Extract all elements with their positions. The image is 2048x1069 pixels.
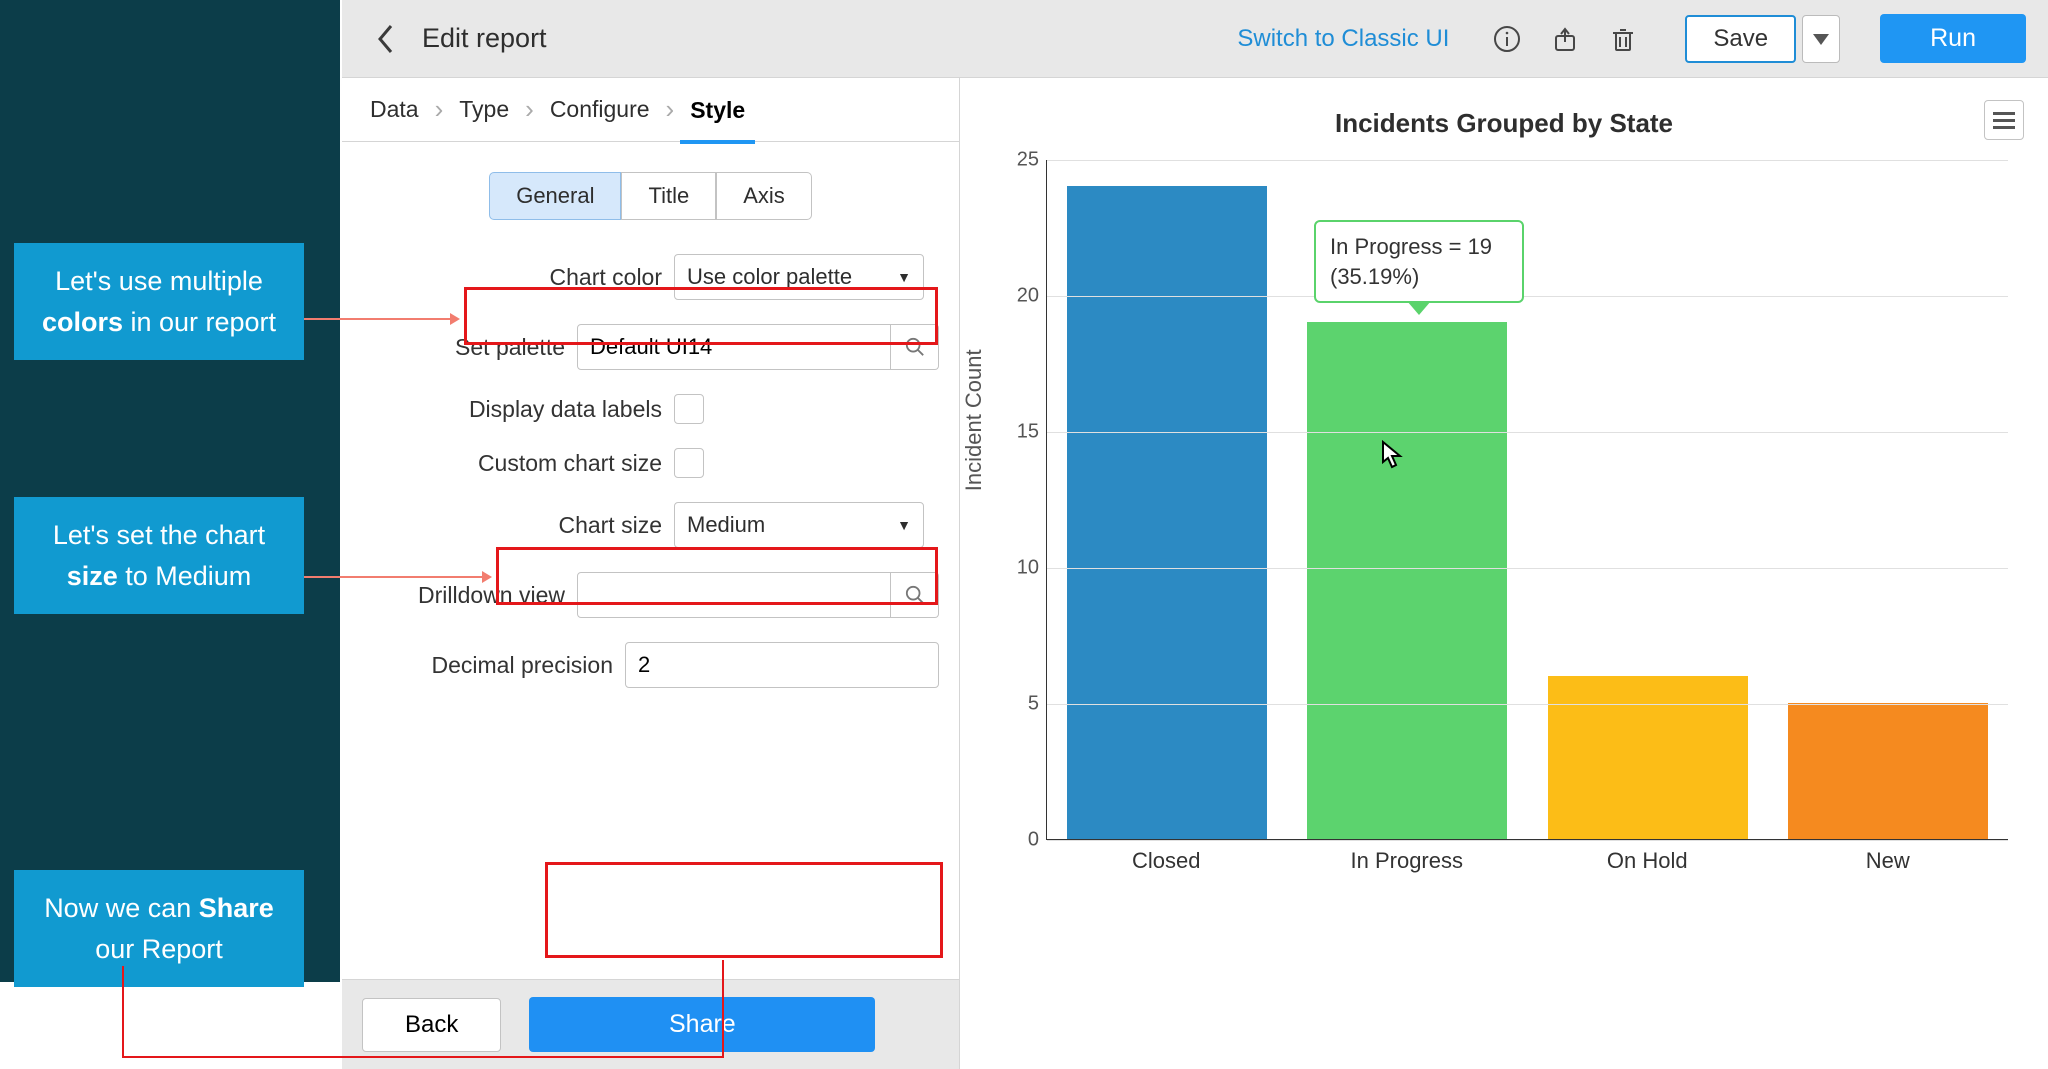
page-title: Edit report: [422, 23, 547, 54]
callout-arrow: [304, 576, 490, 578]
custom-size-checkbox[interactable]: [674, 448, 704, 478]
chart-area: Incidents Grouped by State Incident Coun…: [960, 78, 2048, 1069]
bar-tooltip: In Progress = 19 (35.19%): [1314, 220, 1524, 303]
save-dropdown-button[interactable]: [1802, 15, 1840, 63]
chart-context-menu[interactable]: [1984, 100, 2024, 140]
save-button[interactable]: Save: [1685, 15, 1796, 63]
chevron-right-icon: ›: [435, 94, 444, 125]
chart-size-select[interactable]: Medium ▼: [674, 502, 924, 548]
caret-down-icon: ▼: [897, 517, 911, 533]
bar-closed[interactable]: [1067, 186, 1267, 839]
set-palette-input[interactable]: [577, 324, 891, 370]
save-group: Save: [1685, 15, 1840, 63]
tab-data[interactable]: Data: [360, 90, 429, 129]
field-drilldown: Drilldown view: [362, 572, 939, 618]
style-sub-tabs: General Title Axis: [362, 172, 939, 220]
chevron-right-icon: ›: [666, 94, 675, 125]
tutorial-margin: [0, 0, 340, 982]
x-axis-labels: Closed In Progress On Hold New: [1046, 848, 2008, 874]
callout-arrow: [304, 318, 458, 320]
style-form: General Title Axis Chart color Use color…: [342, 142, 959, 979]
callout-connector: [722, 960, 724, 1058]
bar-in-progress[interactable]: [1307, 322, 1507, 839]
chart-size-label: Chart size: [362, 512, 662, 539]
top-bar: Edit report Switch to Classic UI Save Ru…: [342, 0, 2048, 78]
field-chart-color: Chart color Use color palette ▼: [362, 254, 939, 300]
x-label: Closed: [1066, 848, 1266, 874]
y-tick-label: 25: [1007, 149, 1039, 172]
chart-color-label: Chart color: [362, 264, 662, 291]
run-button[interactable]: Run: [1880, 14, 2026, 63]
y-tick-label: 20: [1007, 285, 1039, 308]
field-display-labels: Display data labels: [362, 394, 939, 424]
cursor-pointer-icon: [1380, 440, 1406, 470]
chevron-right-icon: ›: [525, 94, 534, 125]
field-decimal: Decimal precision: [362, 642, 939, 688]
tooltip-line1: In Progress = 19: [1330, 232, 1508, 262]
callout-colors: Let's use multiple colors in our report: [14, 243, 304, 360]
subtab-general[interactable]: General: [489, 172, 621, 220]
switch-classic-link[interactable]: Switch to Classic UI: [1237, 25, 1449, 53]
drilldown-label: Drilldown view: [362, 582, 565, 609]
tab-configure[interactable]: Configure: [540, 90, 660, 129]
x-label: On Hold: [1547, 848, 1747, 874]
subtab-axis[interactable]: Axis: [716, 172, 812, 220]
share-icon[interactable]: [1543, 17, 1587, 61]
field-chart-size: Chart size Medium ▼: [362, 502, 939, 548]
info-icon[interactable]: [1485, 17, 1529, 61]
trash-icon[interactable]: [1601, 17, 1645, 61]
callout-size: Let's set the chart size to Medium: [14, 497, 304, 614]
chart-header: Incidents Grouped by State: [984, 96, 2024, 150]
bar-on-hold[interactable]: [1548, 676, 1748, 839]
y-axis-label: Incident Count: [961, 349, 987, 491]
lookup-drilldown-button[interactable]: [891, 572, 939, 618]
display-labels-checkbox[interactable]: [674, 394, 704, 424]
callout-connector: [122, 966, 124, 1058]
chart-color-select[interactable]: Use color palette ▼: [674, 254, 924, 300]
bar-new[interactable]: [1788, 703, 1988, 839]
tab-style[interactable]: Style: [680, 91, 755, 144]
callout-connector: [122, 1056, 724, 1058]
drilldown-input[interactable]: [577, 572, 891, 618]
y-tick-label: 10: [1007, 557, 1039, 580]
display-labels-label: Display data labels: [362, 396, 662, 423]
chart-color-value: Use color palette: [687, 264, 852, 290]
field-custom-size: Custom chart size: [362, 448, 939, 478]
wizard-steps: Data › Type › Configure › Style: [342, 78, 959, 142]
back-icon[interactable]: [364, 17, 408, 61]
decimal-label: Decimal precision: [362, 652, 613, 679]
x-label: New: [1788, 848, 1988, 874]
share-button[interactable]: Share: [529, 997, 875, 1052]
chart-grid: 0510152025: [1046, 160, 2008, 840]
callout-share: Now we can Share our Report: [14, 870, 304, 987]
chart-title: Incidents Grouped by State: [1335, 108, 1673, 139]
y-tick-label: 0: [1007, 829, 1039, 852]
decimal-input[interactable]: [625, 642, 939, 688]
app-frame: Edit report Switch to Classic UI Save Ru…: [342, 0, 2048, 1069]
x-label: In Progress: [1307, 848, 1507, 874]
config-panel: Data › Type › Configure › Style General …: [342, 78, 960, 1069]
back-button[interactable]: Back: [362, 998, 501, 1052]
caret-down-icon: ▼: [897, 269, 911, 285]
plot-area: Incident Count 0510152025 ClosedIn Progr…: [984, 160, 2024, 910]
field-set-palette: Set palette: [362, 324, 939, 370]
bars-group: [1047, 160, 2008, 839]
tooltip-line2: (35.19%): [1330, 262, 1508, 292]
lookup-palette-button[interactable]: [891, 324, 939, 370]
y-tick-label: 5: [1007, 693, 1039, 716]
chart-size-value: Medium: [687, 512, 765, 538]
subtab-title[interactable]: Title: [621, 172, 716, 220]
set-palette-label: Set palette: [362, 334, 565, 361]
tab-type[interactable]: Type: [449, 90, 519, 129]
y-tick-label: 15: [1007, 421, 1039, 444]
custom-size-label: Custom chart size: [362, 450, 662, 477]
